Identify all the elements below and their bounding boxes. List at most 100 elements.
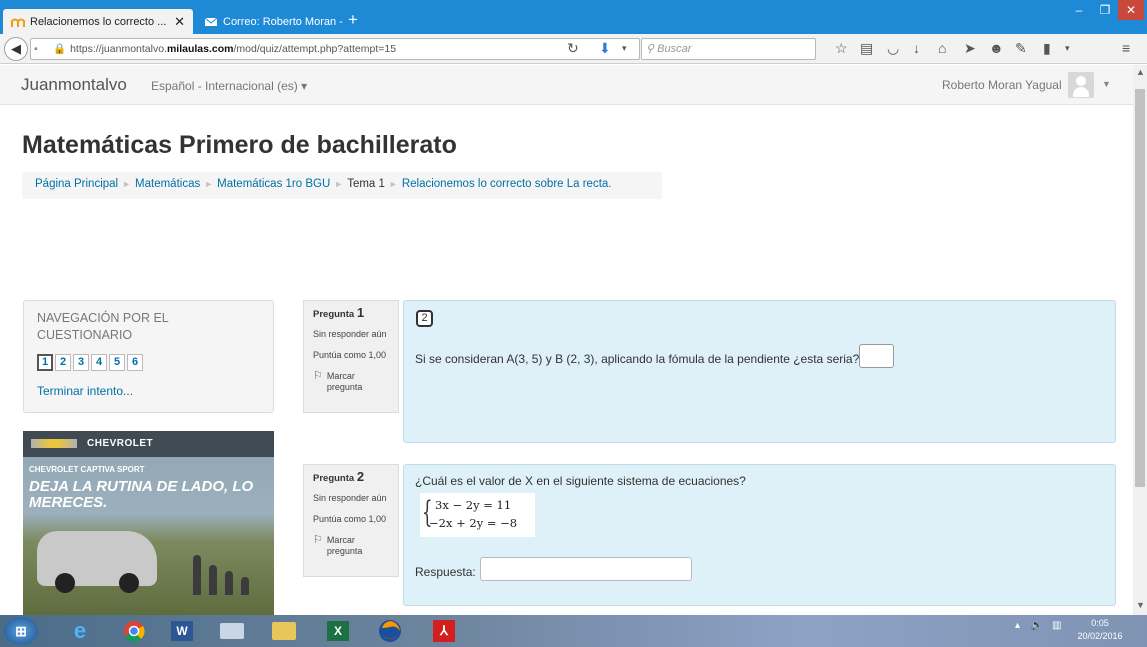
- scrollbar-thumb[interactable]: [1135, 89, 1145, 487]
- user-menu-caret-icon[interactable]: ▼: [1102, 79, 1111, 89]
- breadcrumb-section: Tema 1: [347, 178, 385, 190]
- tray-expand-icon[interactable]: ▴: [1015, 620, 1020, 631]
- question-button-6[interactable]: 6: [127, 354, 143, 371]
- breadcrumb-separator-icon: ►: [334, 179, 344, 189]
- question-2-answer-input[interactable]: [480, 557, 692, 581]
- close-window-icon[interactable]: ✕: [1118, 0, 1144, 20]
- firefox-icon[interactable]: [370, 617, 410, 645]
- tab-title: Correo: Roberto Moran - ...: [223, 15, 344, 28]
- send-icon[interactable]: ➤: [964, 40, 976, 57]
- breadcrumb-separator-icon: ►: [388, 179, 398, 189]
- language-menu[interactable]: Español - Internacional (es) ▾: [151, 79, 307, 93]
- breadcrumb-category[interactable]: Matemáticas: [135, 178, 200, 190]
- equation-line: −2x + 2y = −8: [429, 516, 518, 530]
- network-icon[interactable]: ▥: [1052, 620, 1061, 631]
- breadcrumb-separator-icon: ►: [204, 179, 214, 189]
- scroll-down-icon[interactable]: ▼: [1136, 600, 1145, 610]
- windows-start-icon[interactable]: ⊞: [4, 617, 38, 645]
- moodle-favicon-icon: [11, 16, 25, 28]
- downloads-icon[interactable]: ↓: [913, 40, 920, 56]
- network-app-icon[interactable]: [212, 617, 252, 645]
- tab-mail[interactable]: Correo: Roberto Moran - ... ✕: [196, 9, 344, 34]
- restore-icon[interactable]: ❐: [1092, 0, 1118, 20]
- chrome-icon[interactable]: [114, 617, 154, 645]
- breadcrumb-separator-icon: ►: [122, 179, 132, 189]
- bookmarks-list-icon[interactable]: ▤: [860, 40, 873, 57]
- flag-icon: ⚐: [313, 370, 323, 382]
- scroll-up-icon[interactable]: ▲: [1136, 67, 1145, 77]
- volume-icon[interactable]: 🔈: [1031, 620, 1043, 631]
- flag-question-link[interactable]: ⚐ Marcar pregunta: [313, 535, 389, 557]
- acrobat-icon[interactable]: ⅄: [424, 617, 464, 645]
- overflow-dropdown-icon[interactable]: ▾: [1065, 43, 1070, 54]
- site-header: Juanmontalvo Español - Internacional (es…: [0, 65, 1133, 105]
- new-tab-button[interactable]: +: [348, 10, 358, 30]
- excel-icon[interactable]: X: [318, 617, 358, 645]
- url-host: milaulas.com: [166, 43, 234, 55]
- quiz-navigation-block: NAVEGACIÓN POR EL CUESTIONARIO 1 2 3 4 5…: [23, 300, 274, 413]
- word-icon[interactable]: W: [162, 617, 202, 645]
- bookmark-star-icon[interactable]: ☆: [835, 40, 848, 57]
- download-icon[interactable]: ⬇: [599, 40, 611, 57]
- internet-explorer-icon[interactable]: e: [60, 617, 100, 645]
- breadcrumb-course[interactable]: Matemáticas 1ro BGU: [217, 178, 330, 190]
- question-1-content: 2 Si se consideran A(3, 5) y B (2, 3), a…: [403, 300, 1116, 443]
- question-grade: Puntúa como 1,00: [313, 350, 387, 360]
- question-state: Sin responder aún: [313, 329, 387, 339]
- menu-icon[interactable]: ≡: [1122, 40, 1130, 56]
- windows-taskbar: ⊞ e W X ⅄ ▴ 🔈 ▥ 0:05 20/02/2016: [0, 615, 1147, 647]
- breadcrumb-quiz[interactable]: Relacionemos lo correcto sobre La recta.: [402, 178, 612, 190]
- minimize-icon[interactable]: –: [1066, 0, 1092, 20]
- url-path: /mod/quiz/attempt.php?attempt=15: [233, 43, 397, 55]
- quiz-navigation-title: NAVEGACIÓN POR EL CUESTIONARIO: [37, 311, 169, 342]
- ad-model: CHEVROLET CAPTIVA SPORT: [29, 465, 145, 474]
- clock-time: 0:05: [1091, 618, 1109, 628]
- question-2-content: ¿Cuál es el valor de X en el siguiente s…: [403, 464, 1116, 606]
- addon-icon[interactable]: ✎: [1015, 40, 1027, 57]
- chevrolet-bowtie-icon: [31, 439, 77, 448]
- family-image: [193, 549, 253, 595]
- question-button-4[interactable]: 4: [91, 354, 107, 371]
- question-buttons: 1 2 3 4 5 6: [37, 354, 143, 371]
- back-arrow-icon[interactable]: ◀: [4, 37, 28, 61]
- user-name[interactable]: Roberto Moran Yagual: [942, 78, 1062, 92]
- car-image: [37, 531, 157, 593]
- breadcrumb-home[interactable]: Página Principal: [35, 178, 118, 190]
- question-1-info: Pregunta 1 Sin responder aún Puntúa como…: [303, 300, 399, 413]
- question-image-number: 2: [416, 310, 433, 327]
- ad-brand: CHEVROLET: [87, 438, 154, 449]
- address-bar[interactable]: ▪ 🔒 https://juanmontalvo.milaulas.com/mod…: [30, 38, 640, 60]
- question-1-answer-input[interactable]: [859, 344, 894, 368]
- question-state: Sin responder aún: [313, 493, 387, 503]
- question-button-1[interactable]: 1: [37, 354, 53, 371]
- vertical-scrollbar[interactable]: ▲ ▼: [1133, 65, 1147, 615]
- question-button-2[interactable]: 2: [55, 354, 71, 371]
- extension-icon[interactable]: ▮: [1043, 40, 1051, 57]
- search-icon: ⚲: [646, 43, 655, 55]
- reload-icon[interactable]: ↻: [567, 40, 579, 57]
- pocket-icon[interactable]: ◡: [887, 40, 899, 57]
- search-input[interactable]: ⚲ Buscar: [641, 38, 816, 60]
- clock[interactable]: 0:05 20/02/2016: [1072, 617, 1128, 643]
- clock-date: 20/02/2016: [1077, 631, 1123, 641]
- question-button-3[interactable]: 3: [73, 354, 89, 371]
- lock-icon[interactable]: 🔒: [53, 43, 66, 55]
- finish-attempt-link[interactable]: Terminar intento...: [37, 384, 133, 398]
- flag-question-link[interactable]: ⚐ Marcar pregunta: [313, 371, 389, 393]
- identity-icon[interactable]: ▪: [34, 39, 38, 59]
- flag-label: Marcar pregunta: [326, 371, 363, 392]
- close-tab-icon[interactable]: ✕: [168, 14, 185, 30]
- chat-icon[interactable]: ☻: [989, 40, 1004, 56]
- question-2-text: ¿Cuál es el valor de X en el siguiente s…: [415, 474, 746, 488]
- ad-slogan: DEJA LA RUTINA DE LADO, LO MERECES.: [29, 478, 254, 511]
- tab-quiz[interactable]: Relacionemos lo correcto ... ✕: [3, 9, 193, 34]
- file-explorer-icon[interactable]: [264, 617, 304, 645]
- avatar[interactable]: [1068, 72, 1094, 98]
- home-icon[interactable]: ⌂: [938, 40, 946, 56]
- flag-icon: ⚐: [313, 534, 323, 546]
- chevrolet-ad-banner[interactable]: CHEVROLET CHEVROLET CAPTIVA SPORT DEJA L…: [23, 431, 274, 615]
- browser-nav-bar: ◀ ▪ 🔒 https://juanmontalvo.milaulas.com/m…: [0, 34, 1147, 64]
- site-name-link[interactable]: Juanmontalvo: [21, 75, 127, 95]
- download-dropdown-icon[interactable]: ▾: [622, 43, 627, 54]
- question-button-5[interactable]: 5: [109, 354, 125, 371]
